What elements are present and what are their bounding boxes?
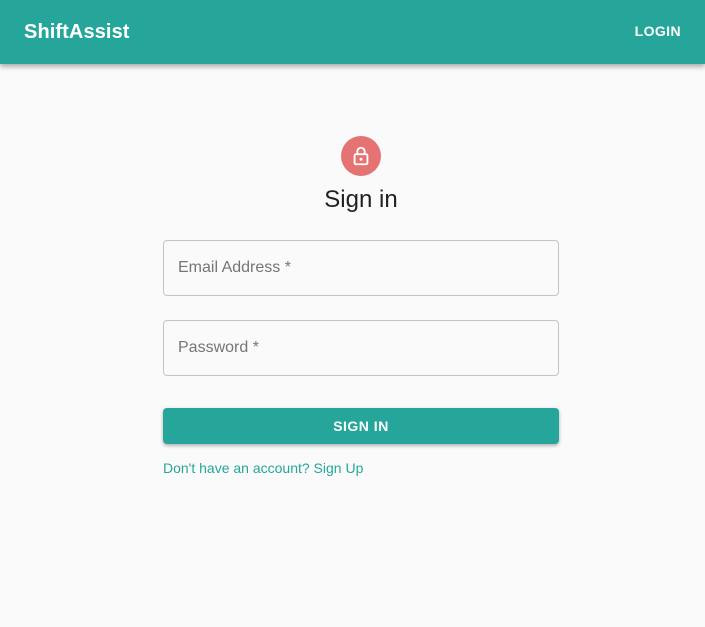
email-field[interactable]: Email Address * <box>163 240 559 296</box>
signup-link[interactable]: Don't have an account? Sign Up <box>163 460 363 476</box>
app-bar: ShiftAssist LOGIN <box>0 0 705 64</box>
password-field[interactable]: Password * <box>163 320 559 376</box>
login-button[interactable]: LOGIN <box>627 17 681 45</box>
lock-avatar <box>341 136 381 176</box>
email-field-label: Email Address * <box>178 259 291 276</box>
signup-row: Don't have an account? Sign Up <box>163 460 559 478</box>
sign-in-button[interactable]: SIGN IN <box>163 408 559 444</box>
page-title: Sign in <box>324 186 398 213</box>
password-field-label: Password * <box>178 339 259 356</box>
signin-form: Sign in Email Address * Password * SIGN … <box>163 136 559 478</box>
lock-icon <box>353 146 369 166</box>
app-title: ShiftAssist <box>24 20 130 43</box>
